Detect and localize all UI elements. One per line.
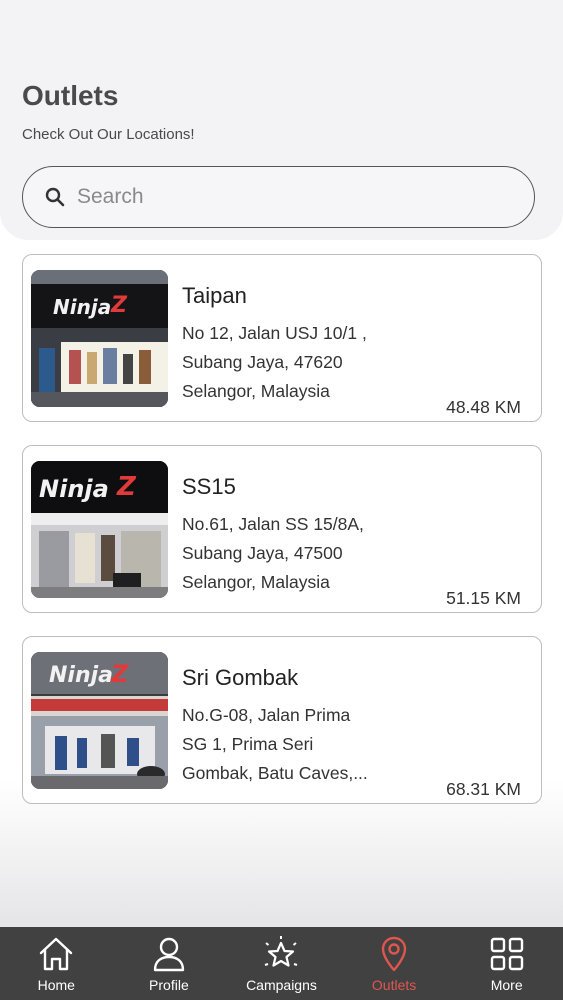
grid-icon [487, 934, 527, 974]
search-input[interactable] [77, 185, 477, 209]
svg-text:Z: Z [110, 293, 128, 318]
header: Outlets Check Out Our Locations! [0, 0, 563, 240]
tab-label: Outlets [371, 977, 417, 993]
outlet-address-line: Subang Jaya, 47500 [182, 543, 343, 563]
tab-label: More [490, 977, 523, 993]
outlet-card-ss15[interactable]: Ninja Z SS15 No.61, Jalan SS 15/8A, Suba… [22, 445, 542, 613]
home-icon [36, 934, 76, 974]
outlet-distance: 68.31 KM [446, 779, 521, 799]
page-subtitle: Check Out Our Locations! [22, 126, 195, 143]
svg-text:Ninja: Ninja [39, 475, 109, 503]
svg-text:Ninja: Ninja [49, 663, 113, 688]
outlet-card-sri-gombak[interactable]: Ninja Z Sri Gombak No.G-08, Jalan Prima … [22, 636, 542, 804]
location-pin-icon [374, 934, 414, 974]
search-icon [45, 187, 65, 207]
outlet-address-line: SG 1, Prima Seri [182, 734, 314, 754]
outlet-image: Ninja Z [31, 270, 168, 407]
tab-outlets[interactable]: Outlets [338, 927, 451, 1000]
tab-label: Campaigns [246, 977, 317, 993]
tab-label: Profile [149, 977, 189, 993]
tab-home[interactable]: Home [0, 927, 113, 1000]
tab-label: Home [37, 977, 75, 993]
svg-text:Z: Z [116, 472, 137, 502]
campaign-star-icon [261, 934, 301, 974]
outlet-address-line: No 12, Jalan USJ 10/1 , [182, 323, 367, 343]
tab-profile[interactable]: Profile [113, 927, 226, 1000]
outlet-address-line: Selangor, Malaysia [182, 381, 330, 401]
outlet-name: Sri Gombak [182, 665, 299, 690]
outlet-address-line: No.G-08, Jalan Prima [182, 705, 351, 725]
user-icon [149, 934, 189, 974]
tab-more[interactable]: More [450, 927, 563, 1000]
outlet-card-taipan[interactable]: Ninja Z Taipan No 12, Jalan USJ 10/1 , S… [22, 254, 542, 422]
outlet-address-line: Subang Jaya, 47620 [182, 352, 343, 372]
outlet-name: Taipan [182, 283, 247, 308]
outlet-address-line: Gombak, Batu Caves,... [182, 763, 368, 783]
page-title: Outlets [22, 80, 119, 111]
outlet-distance: 48.48 KM [446, 397, 521, 417]
bottom-tab-bar: Home Profile Campaigns Outlets More [0, 927, 563, 1000]
outlet-address-line: No.61, Jalan SS 15/8A, [182, 514, 364, 534]
outlet-name: SS15 [182, 474, 236, 499]
outlet-distance: 51.15 KM [446, 588, 521, 608]
outlet-address-line: Selangor, Malaysia [182, 572, 330, 592]
outlet-image: Ninja Z [31, 652, 168, 789]
tab-campaigns[interactable]: Campaigns [225, 927, 338, 1000]
svg-text:Ninja: Ninja [53, 295, 111, 319]
svg-text:Z: Z [110, 660, 129, 688]
search-bar[interactable] [22, 166, 535, 228]
outlet-image: Ninja Z [31, 461, 168, 598]
